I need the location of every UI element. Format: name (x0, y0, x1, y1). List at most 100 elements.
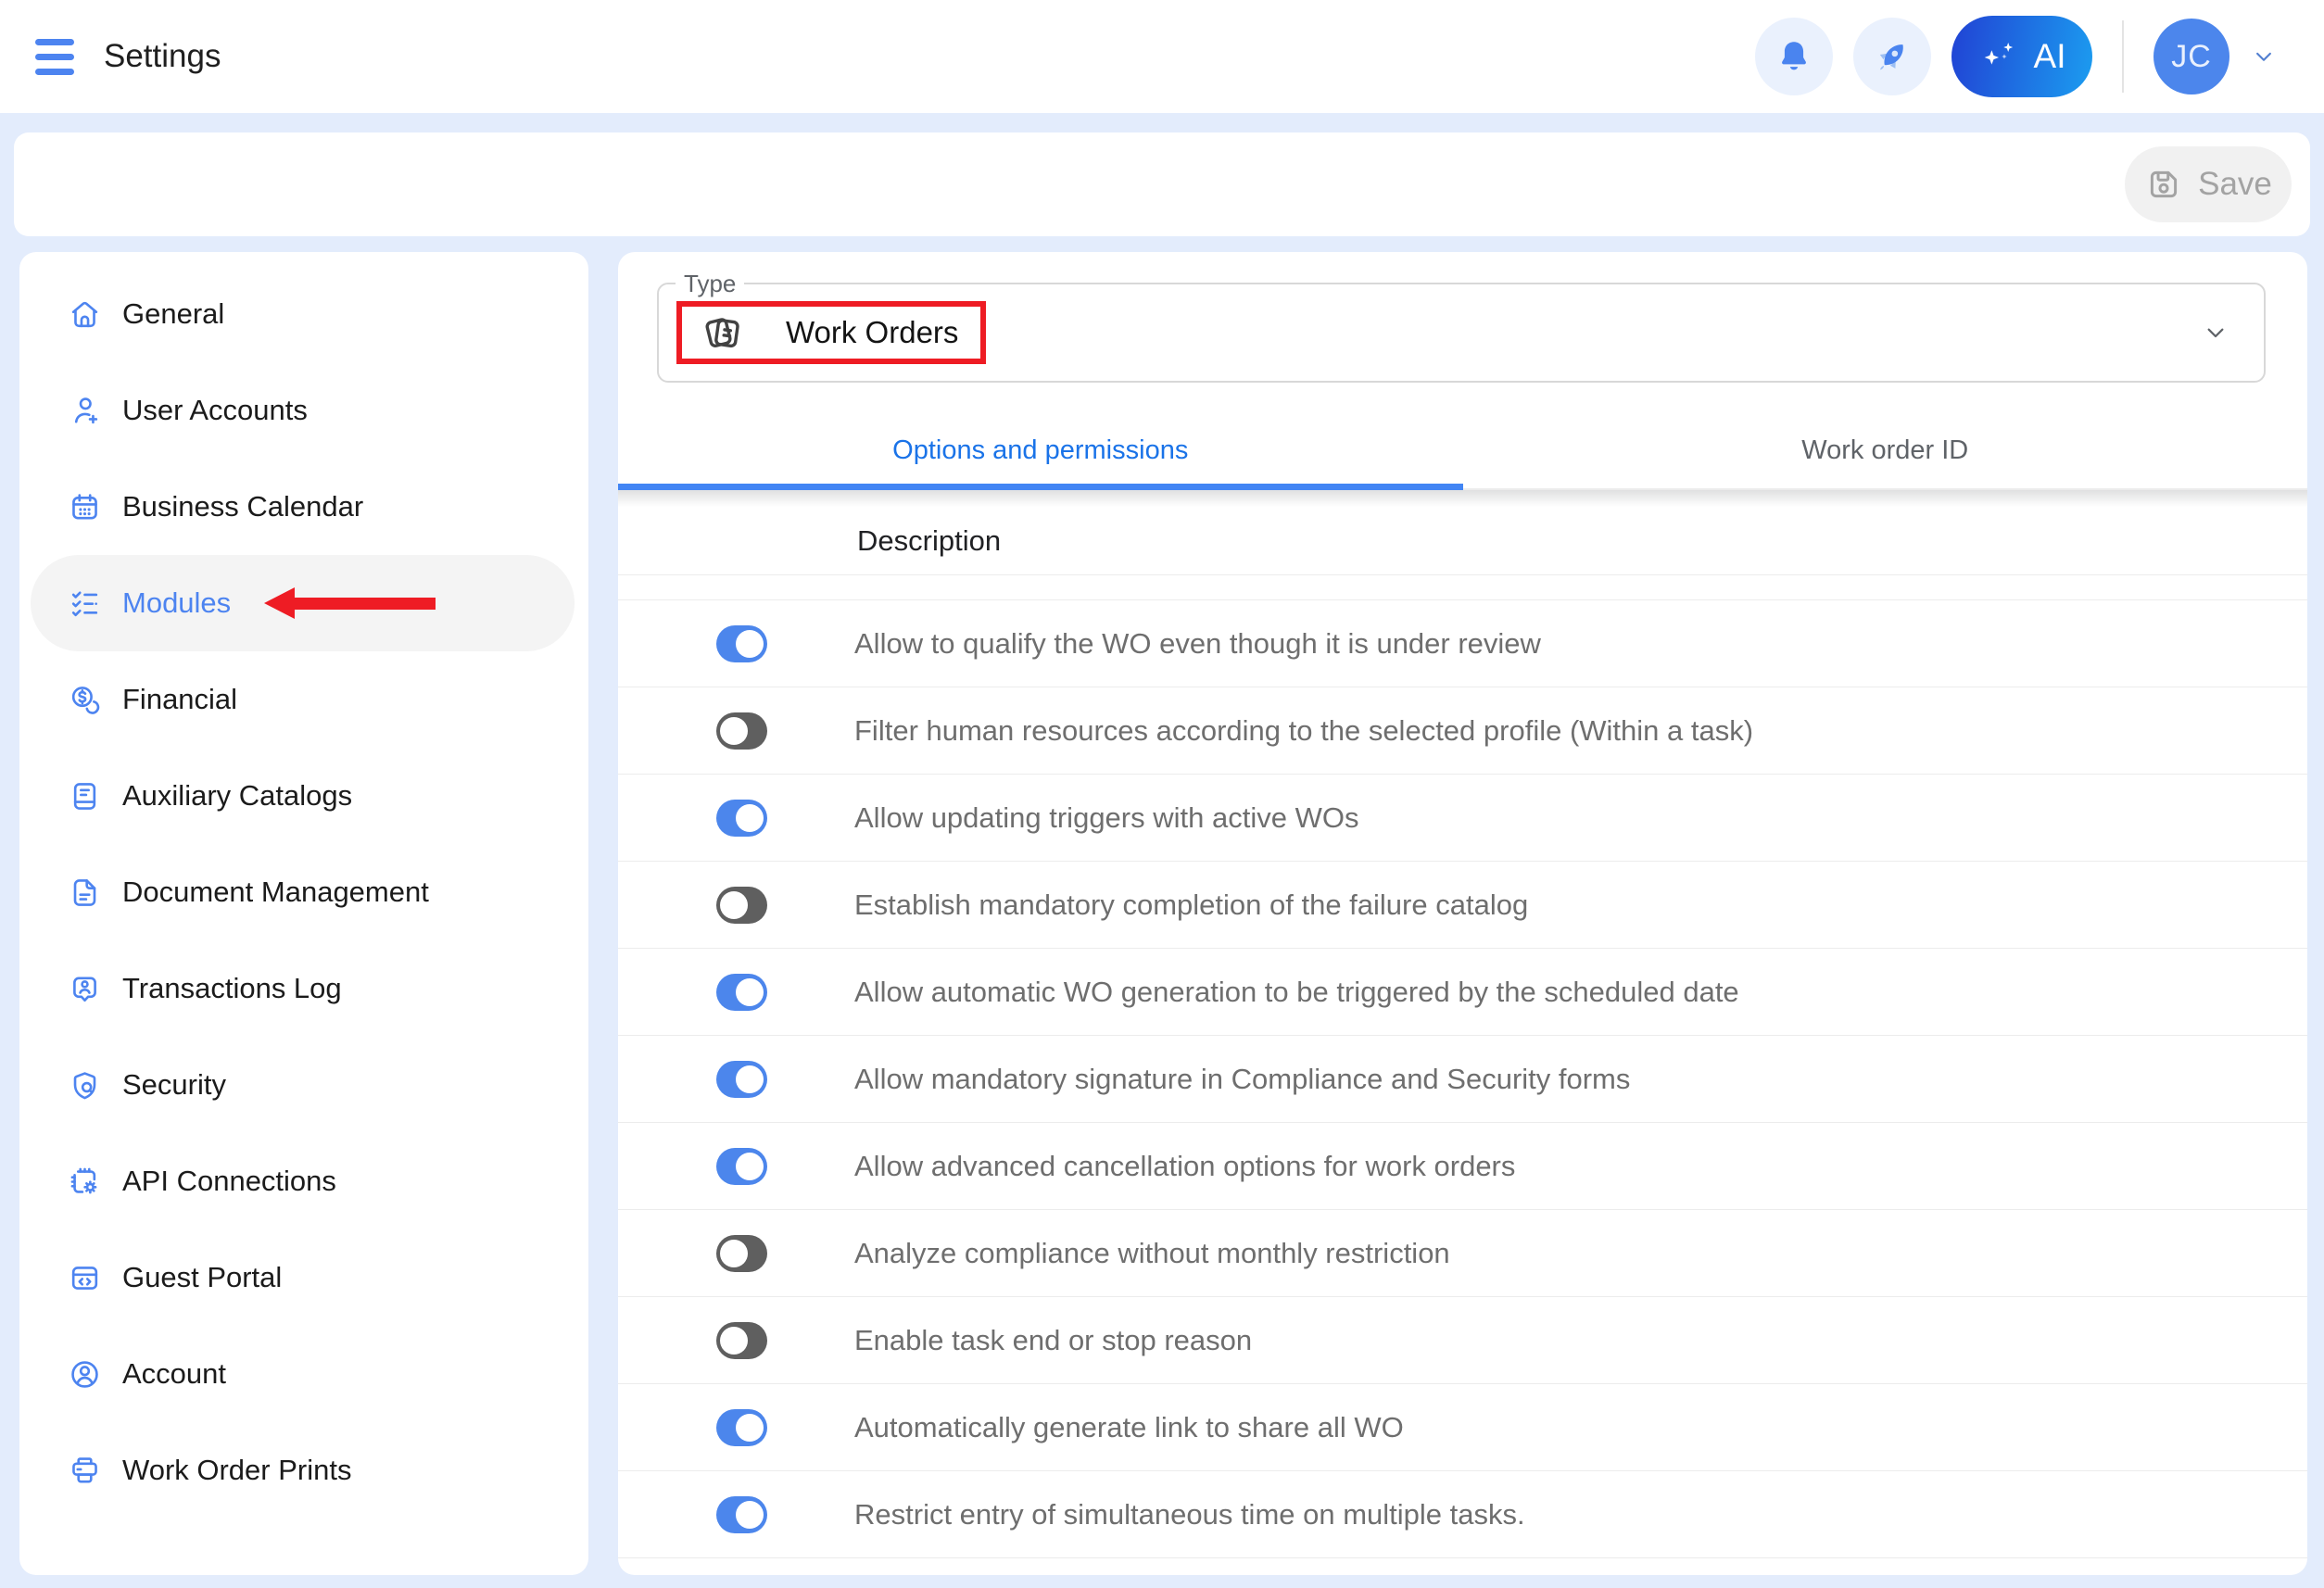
notifications-button[interactable] (1755, 18, 1833, 95)
sidebar-item-label: Financial (122, 683, 237, 716)
sidebar-item-auxiliary-catalogs[interactable]: Auxiliary Catalogs (19, 748, 588, 844)
modules-panel: Type Work Orders Options and permissions… (618, 252, 2307, 1575)
sidebar-item-label: API Connections (122, 1165, 336, 1198)
permission-description: Allow mandatory signature in Compliance … (854, 1063, 1630, 1096)
sidebar-item-account[interactable]: Account (19, 1326, 588, 1422)
permission-row: Restrict entry of simultaneous time on m… (618, 1471, 2307, 1558)
permission-description: Allow automatic WO generation to be trig… (854, 976, 1739, 1009)
sidebar-item-work-order-prints[interactable]: Work Order Prints (19, 1422, 588, 1519)
permission-toggle[interactable] (716, 1322, 767, 1359)
chevron-down-icon[interactable] (2201, 318, 2230, 347)
sidebar-item-label: General (122, 297, 224, 331)
work-orders-icon (701, 310, 745, 355)
permission-row: Allow mandatory signature in Compliance … (618, 1036, 2307, 1123)
save-button[interactable]: Save (2125, 146, 2292, 222)
rocket-icon (1872, 36, 1913, 77)
sidebar-item-label: Modules (122, 586, 231, 620)
permission-rows: Allow to qualify the WO even though it i… (618, 600, 2307, 1558)
sidebar-item-guest-portal[interactable]: Guest Portal (19, 1229, 588, 1326)
permission-row: Enable task end or stop reason (618, 1297, 2307, 1384)
toggle-knob (720, 1327, 748, 1355)
red-annotation-arrow (264, 587, 436, 619)
permission-row: Allow to qualify the WO even though it i… (618, 600, 2307, 687)
save-button-label: Save (2198, 166, 2272, 203)
whats-new-button[interactable] (1853, 18, 1931, 95)
permission-toggle[interactable] (716, 712, 767, 750)
sidebar-item-document-management[interactable]: Document Management (19, 844, 588, 940)
tab-work-order-id[interactable]: Work order ID (1463, 412, 2308, 488)
sidebar-item-user-accounts[interactable]: User Accounts (19, 362, 588, 459)
sidebar-item-financial[interactable]: Financial (19, 651, 588, 748)
permission-row: Allow automatic WO generation to be trig… (618, 949, 2307, 1036)
chevron-down-icon[interactable] (2250, 43, 2278, 70)
toggle-knob (720, 1240, 748, 1267)
module-tabs: Options and permissions Work order ID (618, 412, 2307, 490)
settings-sidebar: General User Accounts Business Calendar … (19, 252, 588, 1575)
app-bar: Settings AI JC (0, 0, 2324, 113)
sidebar-item-general[interactable]: General (19, 266, 588, 362)
bell-icon (1774, 36, 1814, 77)
avatar[interactable]: JC (2153, 19, 2229, 95)
type-select-value: Work Orders (786, 315, 958, 350)
toggle-knob (736, 978, 764, 1006)
user-plus-icon (68, 394, 102, 428)
app-bar-actions: AI JC (1755, 16, 2278, 97)
toggle-knob (736, 804, 764, 832)
tabs-scroll-shadow (618, 490, 2307, 507)
ai-assistant-button[interactable]: AI (1951, 16, 2092, 97)
permission-toggle[interactable] (716, 1148, 767, 1185)
permission-description: Analyze compliance without monthly restr… (854, 1237, 1450, 1270)
tab-options-and-permissions[interactable]: Options and permissions (618, 412, 1463, 488)
user-badge-icon (68, 972, 102, 1006)
red-annotation-box: Work Orders (676, 301, 986, 364)
permission-row: Establish mandatory completion of the fa… (618, 862, 2307, 949)
document-icon (68, 876, 102, 910)
sidebar-item-label: Account (122, 1357, 226, 1391)
checklist-icon (68, 586, 102, 621)
permission-toggle[interactable] (716, 625, 767, 662)
home-icon (68, 297, 102, 332)
shield-icon (68, 1068, 102, 1103)
table-spacer-row (618, 575, 2307, 600)
sidebar-item-transactions-log[interactable]: Transactions Log (19, 940, 588, 1037)
permission-row: Allow advanced cancellation options for … (618, 1123, 2307, 1210)
toggle-knob (736, 1414, 764, 1442)
type-select-label: Type (676, 270, 744, 298)
chip-gear-icon (68, 1165, 102, 1199)
sidebar-item-label: Transactions Log (122, 972, 342, 1005)
menu-icon[interactable] (35, 39, 74, 75)
permissions-table: Description Allow to qualify the WO even… (618, 490, 2307, 1575)
permission-toggle[interactable] (716, 887, 767, 924)
sidebar-item-label: Guest Portal (122, 1261, 282, 1294)
ai-button-label: AI (2034, 37, 2066, 76)
sidebar-item-label: Document Management (122, 876, 429, 909)
sidebar-item-business-calendar[interactable]: Business Calendar (19, 459, 588, 555)
calendar-icon (68, 490, 102, 524)
type-select[interactable]: Type Work Orders (657, 283, 2266, 383)
permission-description: Establish mandatory completion of the fa… (854, 889, 1528, 922)
sidebar-item-security[interactable]: Security (19, 1037, 588, 1133)
description-column-header: Description (618, 507, 2307, 575)
permission-row: Allow updating triggers with active WOs (618, 775, 2307, 862)
permission-toggle[interactable] (716, 1061, 767, 1098)
permission-description: Allow to qualify the WO even though it i… (854, 627, 1541, 661)
permission-description: Allow advanced cancellation options for … (854, 1150, 1515, 1183)
toggle-knob (720, 891, 748, 919)
permission-description: Restrict entry of simultaneous time on m… (854, 1498, 1525, 1531)
permission-toggle[interactable] (716, 1409, 767, 1446)
sidebar-item-modules[interactable]: Modules (31, 555, 575, 651)
page-title: Settings (104, 38, 221, 75)
printer-icon (68, 1454, 102, 1488)
sidebar-item-label: Auxiliary Catalogs (122, 779, 352, 813)
sidebar-item-label: Security (122, 1068, 226, 1102)
save-toolbar: Save (14, 132, 2310, 236)
permission-toggle[interactable] (716, 1235, 767, 1272)
app-bar-divider (2122, 20, 2124, 93)
permission-row: Filter human resources according to the … (618, 687, 2307, 775)
permission-toggle[interactable] (716, 974, 767, 1011)
user-circle-icon (68, 1357, 102, 1392)
permission-toggle[interactable] (716, 800, 767, 837)
content-area: General User Accounts Business Calendar … (19, 252, 2307, 1575)
permission-toggle[interactable] (716, 1496, 767, 1533)
sidebar-item-api-connections[interactable]: API Connections (19, 1133, 588, 1229)
